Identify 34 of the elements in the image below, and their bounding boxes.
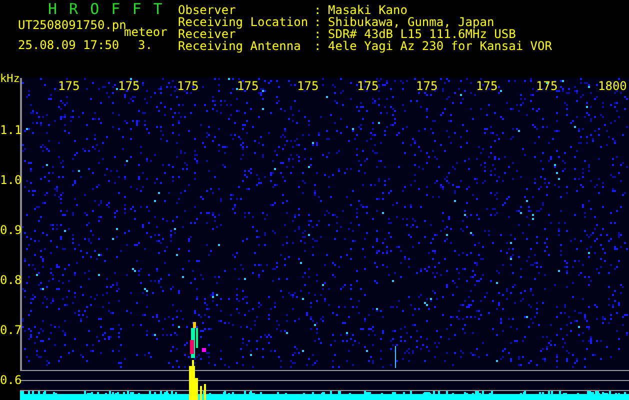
x-axis-label: 175: [297, 80, 319, 93]
y-axis-label: 0.9: [0, 224, 22, 237]
meteor-count: 3.: [138, 38, 152, 52]
y-axis-label: 0.8: [0, 274, 22, 287]
x-axis-label: 175: [118, 80, 140, 93]
info-label: Receiving Location: [178, 16, 310, 28]
file-name: UT2508091750.pn: [18, 18, 126, 32]
y-axis-label: 0.7: [0, 324, 22, 337]
x-axis-label: 175: [177, 80, 199, 93]
separator: :: [314, 40, 322, 52]
date-time: 25.08.09 17:50: [18, 38, 120, 52]
separator: :: [314, 28, 322, 40]
y-axis-label: 1.0: [0, 174, 22, 187]
info-value: Shibukawa, Gunma, Japan: [328, 16, 496, 28]
x-axis-label: 175: [476, 80, 498, 93]
x-axis-label: 175: [536, 80, 558, 93]
info-label: Observer: [178, 4, 236, 16]
info-label: Receiver: [178, 28, 236, 40]
info-label: Receiving Antenna: [178, 40, 302, 52]
info-value: Masaki Kano: [328, 4, 408, 16]
x-axis-label: 1800: [598, 80, 627, 93]
x-axis-label: 175: [416, 80, 438, 93]
separator: :: [314, 4, 322, 16]
app-title: H R O F F T: [48, 1, 164, 17]
x-axis-label: 175: [58, 80, 80, 93]
info-value: 4ele Yagi Az 230 for Kansai VOR: [328, 40, 552, 52]
info-value: SDR# 43dB L15 111.6MHz USB: [328, 28, 516, 40]
y-axis-label: 0.6: [0, 374, 22, 387]
mode-label: meteor: [124, 25, 168, 39]
x-axis-label: 175: [357, 80, 379, 93]
y-axis-label: 1.1: [0, 124, 22, 137]
axis-unit: kHz: [0, 73, 20, 85]
separator: :: [314, 16, 322, 28]
x-axis-label: 175: [237, 80, 259, 93]
